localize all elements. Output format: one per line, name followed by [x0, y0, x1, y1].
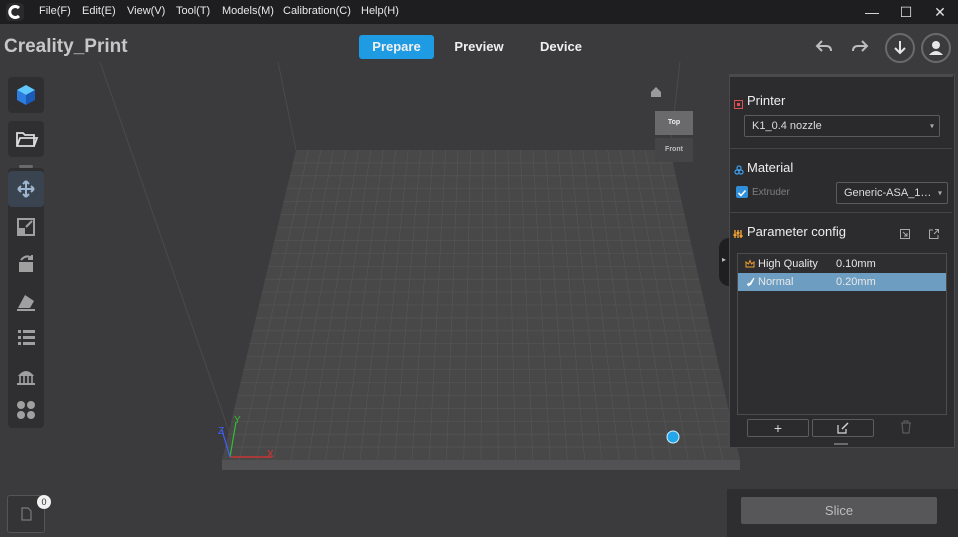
add-profile-button[interactable]: +: [747, 419, 809, 437]
app-logo-icon: [6, 3, 24, 21]
cube-icon: [17, 85, 35, 105]
tab-preview[interactable]: Preview: [445, 35, 513, 59]
move-icon: [17, 180, 35, 198]
material-icon: [734, 162, 744, 180]
move-tool-button[interactable]: [8, 171, 44, 207]
delete-profile-button[interactable]: [900, 420, 912, 439]
download-icon: [894, 41, 906, 55]
close-button[interactable]: ✕: [930, 2, 950, 22]
menu-file[interactable]: File(F): [39, 5, 71, 17]
printer-select-value: K1_0.4 nozzle: [752, 120, 822, 132]
crown-icon: [745, 259, 755, 268]
rotate-tool-button[interactable]: [8, 246, 44, 282]
object-list-button[interactable]: [8, 319, 44, 355]
app-title: Creality_Print: [4, 36, 128, 57]
param-row-high-quality[interactable]: High Quality 0.10mm: [738, 255, 946, 273]
menu-calibration[interactable]: Calibration(C): [283, 5, 351, 17]
panel-resize-handle[interactable]: [834, 443, 848, 445]
home-view-icon[interactable]: [650, 85, 662, 103]
add-model-button[interactable]: [8, 77, 44, 113]
scale-icon: [17, 218, 35, 236]
tab-prepare[interactable]: Prepare: [359, 35, 434, 59]
download-button[interactable]: [885, 33, 915, 63]
material-select[interactable]: Generic-ASA_1… ▾: [836, 182, 948, 204]
parameter-config-icon: [733, 226, 743, 244]
material-select-value: Generic-ASA_1…: [844, 187, 932, 199]
viewcube-top[interactable]: Top: [655, 111, 693, 135]
checkmark-icon: [737, 189, 747, 197]
minimize-button[interactable]: —: [862, 2, 882, 22]
collapse-arrow-icon: ▸: [722, 255, 727, 264]
menu-edit[interactable]: Edit(E): [82, 5, 116, 17]
edit-profile-button[interactable]: [812, 419, 874, 437]
folder-open-icon: [16, 132, 39, 147]
lay-flat-icon: [17, 295, 35, 311]
model-count-badge: 0: [37, 495, 51, 509]
tab-device[interactable]: Device: [529, 35, 593, 59]
account-button[interactable]: [921, 33, 951, 63]
param-value: 0.20mm: [836, 276, 876, 288]
param-name: Normal: [758, 276, 794, 288]
undo-icon[interactable]: [815, 38, 833, 59]
param-row-normal[interactable]: Normal 0.20mm: [738, 273, 946, 291]
menu-help[interactable]: Help(H): [361, 5, 399, 17]
maximize-button[interactable]: ☐: [896, 2, 916, 22]
menu-view[interactable]: View(V): [127, 5, 165, 17]
plus-icon: +: [773, 420, 783, 436]
rocket-icon: [746, 277, 755, 287]
open-file-button[interactable]: [8, 121, 44, 157]
divider: [730, 212, 952, 213]
menu-models[interactable]: Models(M): [222, 5, 274, 17]
printer-section-title: Printer: [747, 93, 786, 108]
viewcube-front[interactable]: Front: [655, 138, 693, 162]
user-icon: [929, 41, 943, 55]
arrange-icon: [17, 401, 35, 419]
support-tool-button[interactable]: [8, 356, 44, 392]
z-axis-label: Z: [218, 426, 225, 437]
export-config-icon[interactable]: [929, 226, 939, 244]
param-name: High Quality: [758, 258, 818, 270]
origin-marker: [666, 430, 680, 444]
lay-flat-tool-button[interactable]: [8, 283, 44, 319]
y-axis-label: Y: [234, 415, 241, 426]
edit-icon: [837, 422, 849, 434]
parameter-config-title: Parameter config: [747, 224, 846, 239]
trash-icon: [901, 420, 911, 434]
x-axis-label: X: [267, 449, 274, 460]
panel-top-border: [729, 74, 953, 77]
arrange-tool-button[interactable]: [8, 392, 44, 428]
extruder-checkbox[interactable]: [736, 186, 748, 198]
redo-icon[interactable]: [851, 38, 869, 59]
material-section-title: Material: [747, 160, 794, 175]
slice-button[interactable]: Slice: [741, 497, 937, 524]
import-config-icon[interactable]: [900, 226, 910, 244]
param-value: 0.10mm: [836, 258, 876, 270]
printer-icon: [734, 96, 743, 114]
extruder-label: Extruder: [752, 187, 790, 198]
menu-bar: File(F) Edit(E) View(V) Tool(T) Models(M…: [0, 0, 958, 24]
chevron-down-icon: ▾: [937, 188, 942, 198]
printer-select[interactable]: K1_0.4 nozzle ▾: [744, 115, 940, 137]
divider: [730, 148, 952, 149]
rotate-icon: [19, 255, 33, 272]
chevron-down-icon: ▾: [929, 121, 934, 131]
list-icon: [18, 330, 35, 345]
scale-tool-button[interactable]: [8, 209, 44, 245]
support-icon: [17, 371, 35, 385]
menu-tool[interactable]: Tool(T): [176, 5, 210, 17]
